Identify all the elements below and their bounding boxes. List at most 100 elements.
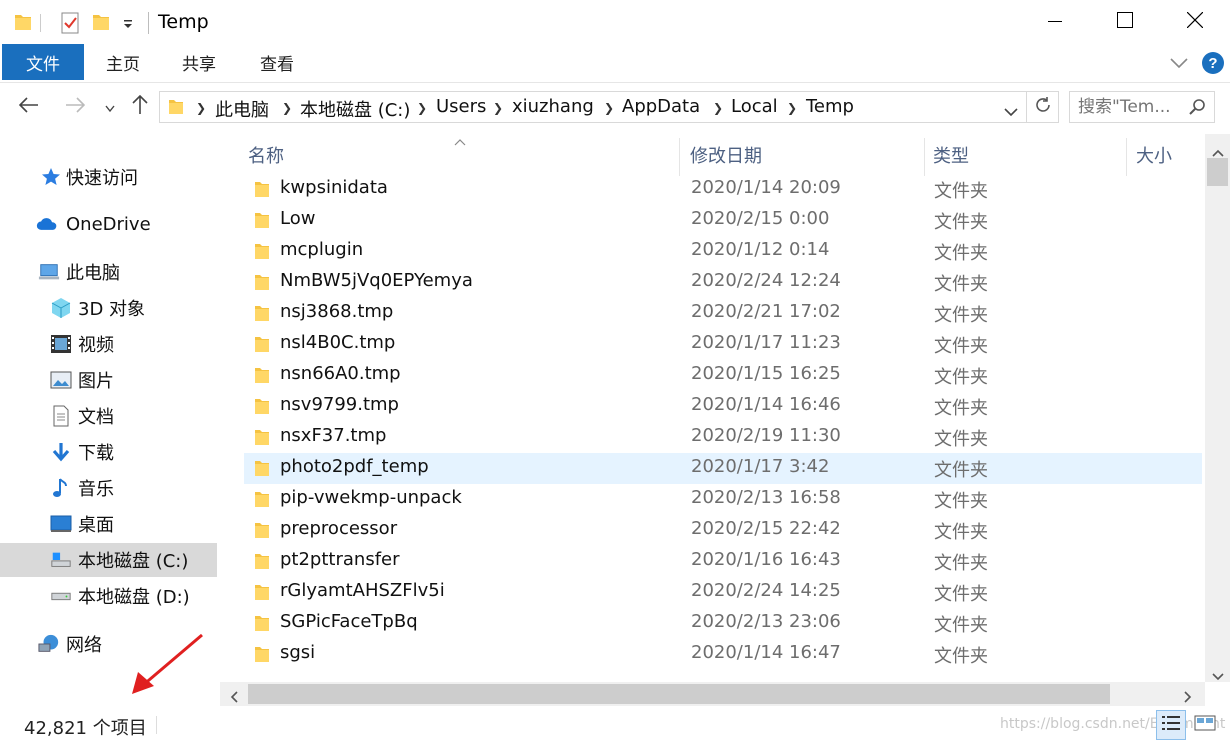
- chevron-down-icon[interactable]: [1170, 54, 1188, 73]
- column-header-name[interactable]: 名称: [248, 142, 284, 168]
- horizontal-scroll-thumb[interactable]: [248, 684, 1110, 704]
- folder-icon: [254, 459, 270, 482]
- column-header-type[interactable]: 类型: [933, 142, 969, 168]
- folder-icon: [254, 614, 270, 637]
- file-row[interactable]: mcplugin 2020/1/12 0:14 文件夹: [244, 236, 1202, 267]
- file-row[interactable]: pt2pttransfer 2020/1/16 16:43 文件夹: [244, 546, 1202, 577]
- file-row[interactable]: pip-vwekmp-unpack 2020/2/13 16:58 文件夹: [244, 484, 1202, 515]
- search-input[interactable]: [1078, 95, 1188, 119]
- nav-item-music[interactable]: 音乐: [0, 471, 217, 505]
- file-row[interactable]: photo2pdf_temp 2020/1/17 3:42 文件夹: [244, 453, 1202, 484]
- tab-view[interactable]: 查看: [244, 44, 310, 80]
- search-box[interactable]: [1069, 91, 1215, 123]
- scroll-left-icon[interactable]: [230, 688, 238, 707]
- nav-label: 桌面: [78, 515, 114, 536]
- file-date: 2020/2/13 23:06: [691, 611, 841, 632]
- up-button[interactable]: [126, 92, 154, 122]
- nav-item-downloads[interactable]: 下载: [0, 435, 217, 469]
- horizontal-scrollbar[interactable]: [220, 682, 1205, 706]
- breadcrumb-item[interactable]: AppData: [622, 96, 700, 117]
- breadcrumb-item[interactable]: xiuzhang: [512, 96, 594, 117]
- nav-item-3d-objects[interactable]: 3D 对象: [0, 291, 217, 325]
- address-dropdown-icon[interactable]: [1004, 102, 1018, 121]
- file-list: 名称 修改日期 类型 大小 kwpsinidata 2020/1/14 20:09…: [220, 134, 1205, 682]
- column-divider[interactable]: [679, 138, 680, 176]
- file-row[interactable]: nsxF37.tmp 2020/2/19 11:30 文件夹: [244, 422, 1202, 453]
- breadcrumb-item[interactable]: 此电脑: [215, 96, 269, 122]
- nav-item-local-disk-c[interactable]: 本地磁盘 (C:): [0, 543, 217, 577]
- file-row[interactable]: NmBW5jVq0EPYemya 2020/2/24 12:24 文件夹: [244, 267, 1202, 298]
- breadcrumb-separator-icon: ❯: [196, 101, 207, 115]
- file-type: 文件夹: [934, 212, 988, 233]
- file-row[interactable]: preprocessor 2020/2/15 22:42 文件夹: [244, 515, 1202, 546]
- breadcrumb-item[interactable]: Temp: [806, 96, 854, 117]
- column-header-size[interactable]: 大小: [1136, 142, 1172, 168]
- toolbar-divider: [40, 14, 41, 32]
- back-button[interactable]: [14, 92, 44, 122]
- file-name: photo2pdf_temp: [280, 456, 429, 477]
- customize-dropdown-icon[interactable]: [122, 16, 134, 35]
- breadcrumb-item[interactable]: Users: [436, 96, 486, 117]
- folder-icon: [254, 521, 270, 544]
- nav-item-desktop[interactable]: 桌面: [0, 507, 217, 541]
- breadcrumb-item[interactable]: 本地磁盘 (C:): [300, 96, 410, 122]
- vertical-scroll-thumb[interactable]: [1207, 158, 1228, 186]
- file-type: 文件夹: [934, 243, 988, 264]
- file-row[interactable]: SGPicFaceTpBq 2020/2/13 23:06 文件夹: [244, 608, 1202, 639]
- close-button[interactable]: [1160, 0, 1230, 44]
- nav-label: 3D 对象: [78, 299, 146, 320]
- svg-text:?: ?: [1208, 55, 1217, 72]
- search-icon[interactable]: [1188, 98, 1206, 120]
- recent-locations-button[interactable]: [100, 92, 120, 122]
- refresh-button[interactable]: [1027, 91, 1059, 123]
- details-view-button[interactable]: [1156, 710, 1186, 740]
- nav-item-pictures[interactable]: 图片: [0, 363, 217, 397]
- file-row[interactable]: kwpsinidata 2020/1/14 20:09 文件夹: [244, 174, 1202, 205]
- folder-icon[interactable]: [14, 12, 32, 36]
- file-row[interactable]: rGlyamtAHSZFlv5i 2020/2/24 14:25 文件夹: [244, 577, 1202, 608]
- nav-label: OneDrive: [66, 213, 151, 235]
- file-row[interactable]: nsl4B0C.tmp 2020/1/17 11:23 文件夹: [244, 329, 1202, 360]
- nav-item-quick-access[interactable]: 快速访问: [0, 160, 217, 194]
- nav-item-videos[interactable]: 视频: [0, 327, 217, 361]
- scroll-down-icon[interactable]: [1212, 666, 1224, 685]
- file-row[interactable]: Low 2020/2/15 0:00 文件夹: [244, 205, 1202, 236]
- file-date: 2020/1/16 16:43: [691, 549, 841, 570]
- large-icons-view-icon: [1194, 714, 1216, 736]
- tab-file[interactable]: 文件: [2, 44, 84, 80]
- properties-icon[interactable]: [60, 12, 80, 38]
- column-divider[interactable]: [924, 138, 925, 176]
- file-type: 文件夹: [934, 305, 988, 326]
- file-row[interactable]: nsj3868.tmp 2020/2/21 17:02 文件夹: [244, 298, 1202, 329]
- file-row[interactable]: nsn66A0.tmp 2020/1/15 16:25 文件夹: [244, 360, 1202, 391]
- minimize-button[interactable]: [1020, 0, 1090, 44]
- maximize-button[interactable]: [1090, 0, 1160, 44]
- address-box[interactable]: ❯ 此电脑 ❯ 本地磁盘 (C:) ❯ Users ❯ xiuzhang ❯ A…: [159, 91, 1027, 123]
- tab-home[interactable]: 主页: [90, 44, 156, 80]
- new-folder-icon[interactable]: [92, 12, 110, 36]
- large-icons-view-button[interactable]: [1190, 710, 1220, 740]
- cube-3d-icon: [50, 298, 72, 318]
- nav-label: 下载: [78, 443, 114, 464]
- nav-item-local-disk-d[interactable]: 本地磁盘 (D:): [0, 579, 217, 613]
- video-icon: [50, 334, 72, 354]
- file-name: kwpsinidata: [280, 177, 388, 198]
- help-icon[interactable]: ?: [1201, 51, 1225, 79]
- tab-share[interactable]: 共享: [166, 44, 232, 80]
- navigation-pane: 快速访问 OneDrive 此电脑 3D 对象 视频 图片 文档 下载 音乐 桌…: [0, 134, 219, 704]
- document-icon: [50, 405, 72, 427]
- vertical-scrollbar[interactable]: [1205, 134, 1230, 682]
- nav-item-documents[interactable]: 文档: [0, 399, 217, 433]
- file-name: nsn66A0.tmp: [280, 363, 401, 384]
- scroll-right-icon[interactable]: [1184, 688, 1192, 707]
- nav-item-this-pc[interactable]: 此电脑: [0, 255, 217, 289]
- refresh-icon: [1034, 96, 1052, 118]
- breadcrumb-item[interactable]: Local: [731, 96, 778, 117]
- nav-item-onedrive[interactable]: OneDrive: [0, 207, 217, 241]
- column-header-date[interactable]: 修改日期: [690, 142, 762, 168]
- file-row[interactable]: nsv9799.tmp 2020/1/14 16:46 文件夹: [244, 391, 1202, 422]
- forward-button[interactable]: [60, 92, 90, 122]
- column-divider[interactable]: [1126, 138, 1127, 176]
- file-row[interactable]: sgsi 2020/1/14 16:47 文件夹: [244, 639, 1202, 670]
- download-icon: [50, 442, 72, 462]
